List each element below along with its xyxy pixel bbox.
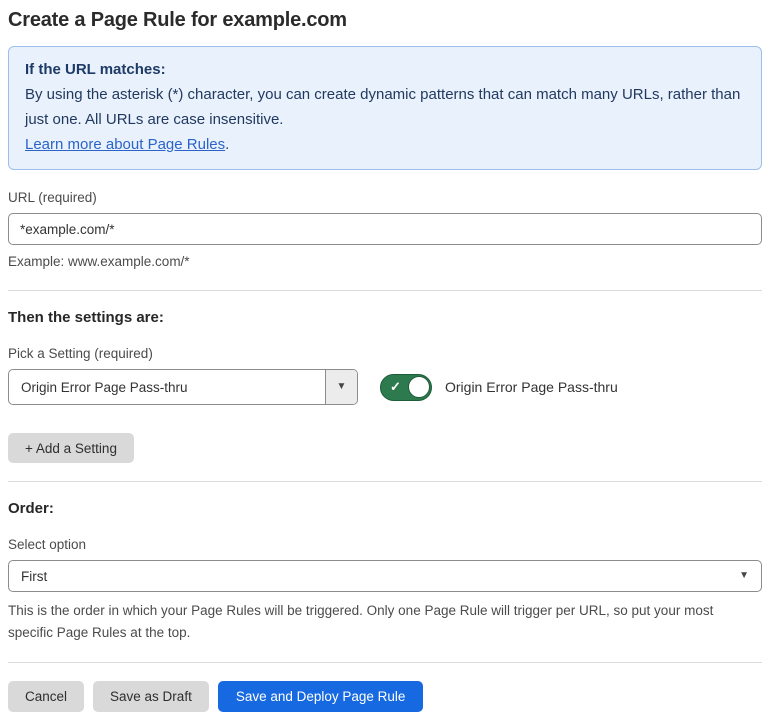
add-setting-button[interactable]: + Add a Setting <box>8 433 134 463</box>
cancel-button[interactable]: Cancel <box>8 681 85 712</box>
divider <box>8 290 762 291</box>
order-select[interactable]: First ▼ <box>8 560 762 592</box>
url-field-label: URL (required) <box>8 190 97 205</box>
order-section-heading: Order: <box>8 500 54 517</box>
url-input[interactable] <box>8 213 762 245</box>
url-example-helper: Example: www.example.com/* <box>8 254 190 269</box>
setting-toggle-label: Origin Error Page Pass-thru <box>445 379 618 395</box>
toggle-knob <box>408 376 430 398</box>
infobox-link-row: Learn more about Page Rules. <box>25 132 745 157</box>
divider <box>8 662 762 663</box>
pick-setting-label: Pick a Setting (required) <box>8 346 153 361</box>
infobox-heading: If the URL matches: <box>25 61 166 78</box>
url-match-infobox: If the URL matches: By using the asteris… <box>8 46 762 170</box>
page-title: Create a Page Rule for example.com <box>8 9 347 31</box>
footer-actions: Cancel Save as Draft Save and Deploy Pag… <box>8 681 762 712</box>
infobox-body: By using the asterisk (*) character, you… <box>25 86 741 128</box>
settings-section-heading: Then the settings are: <box>8 309 164 326</box>
setting-dropdown[interactable]: Origin Error Page Pass-thru ▼ <box>8 369 358 405</box>
chevron-down-icon: ▼ <box>336 381 347 392</box>
setting-dropdown-value: Origin Error Page Pass-thru <box>21 379 188 395</box>
save-deploy-button[interactable]: Save and Deploy Page Rule <box>217 681 424 712</box>
chevron-down-icon: ▼ <box>739 570 749 581</box>
order-select-label: Select option <box>8 537 87 552</box>
setting-control-row: Origin Error Page Pass-thru ▼ ✓ Origin E… <box>8 369 762 405</box>
setting-toggle[interactable]: ✓ <box>380 373 432 401</box>
divider <box>8 481 762 482</box>
learn-more-link[interactable]: Learn more about Page Rules <box>25 136 225 153</box>
save-draft-button[interactable]: Save as Draft <box>93 681 209 712</box>
setting-dropdown-arrow-button[interactable]: ▼ <box>325 370 357 404</box>
order-helper-text: This is the order in which your Page Rul… <box>8 603 714 640</box>
link-suffix: . <box>225 136 230 153</box>
order-select-value: First <box>21 568 48 584</box>
check-icon: ✓ <box>390 379 401 395</box>
